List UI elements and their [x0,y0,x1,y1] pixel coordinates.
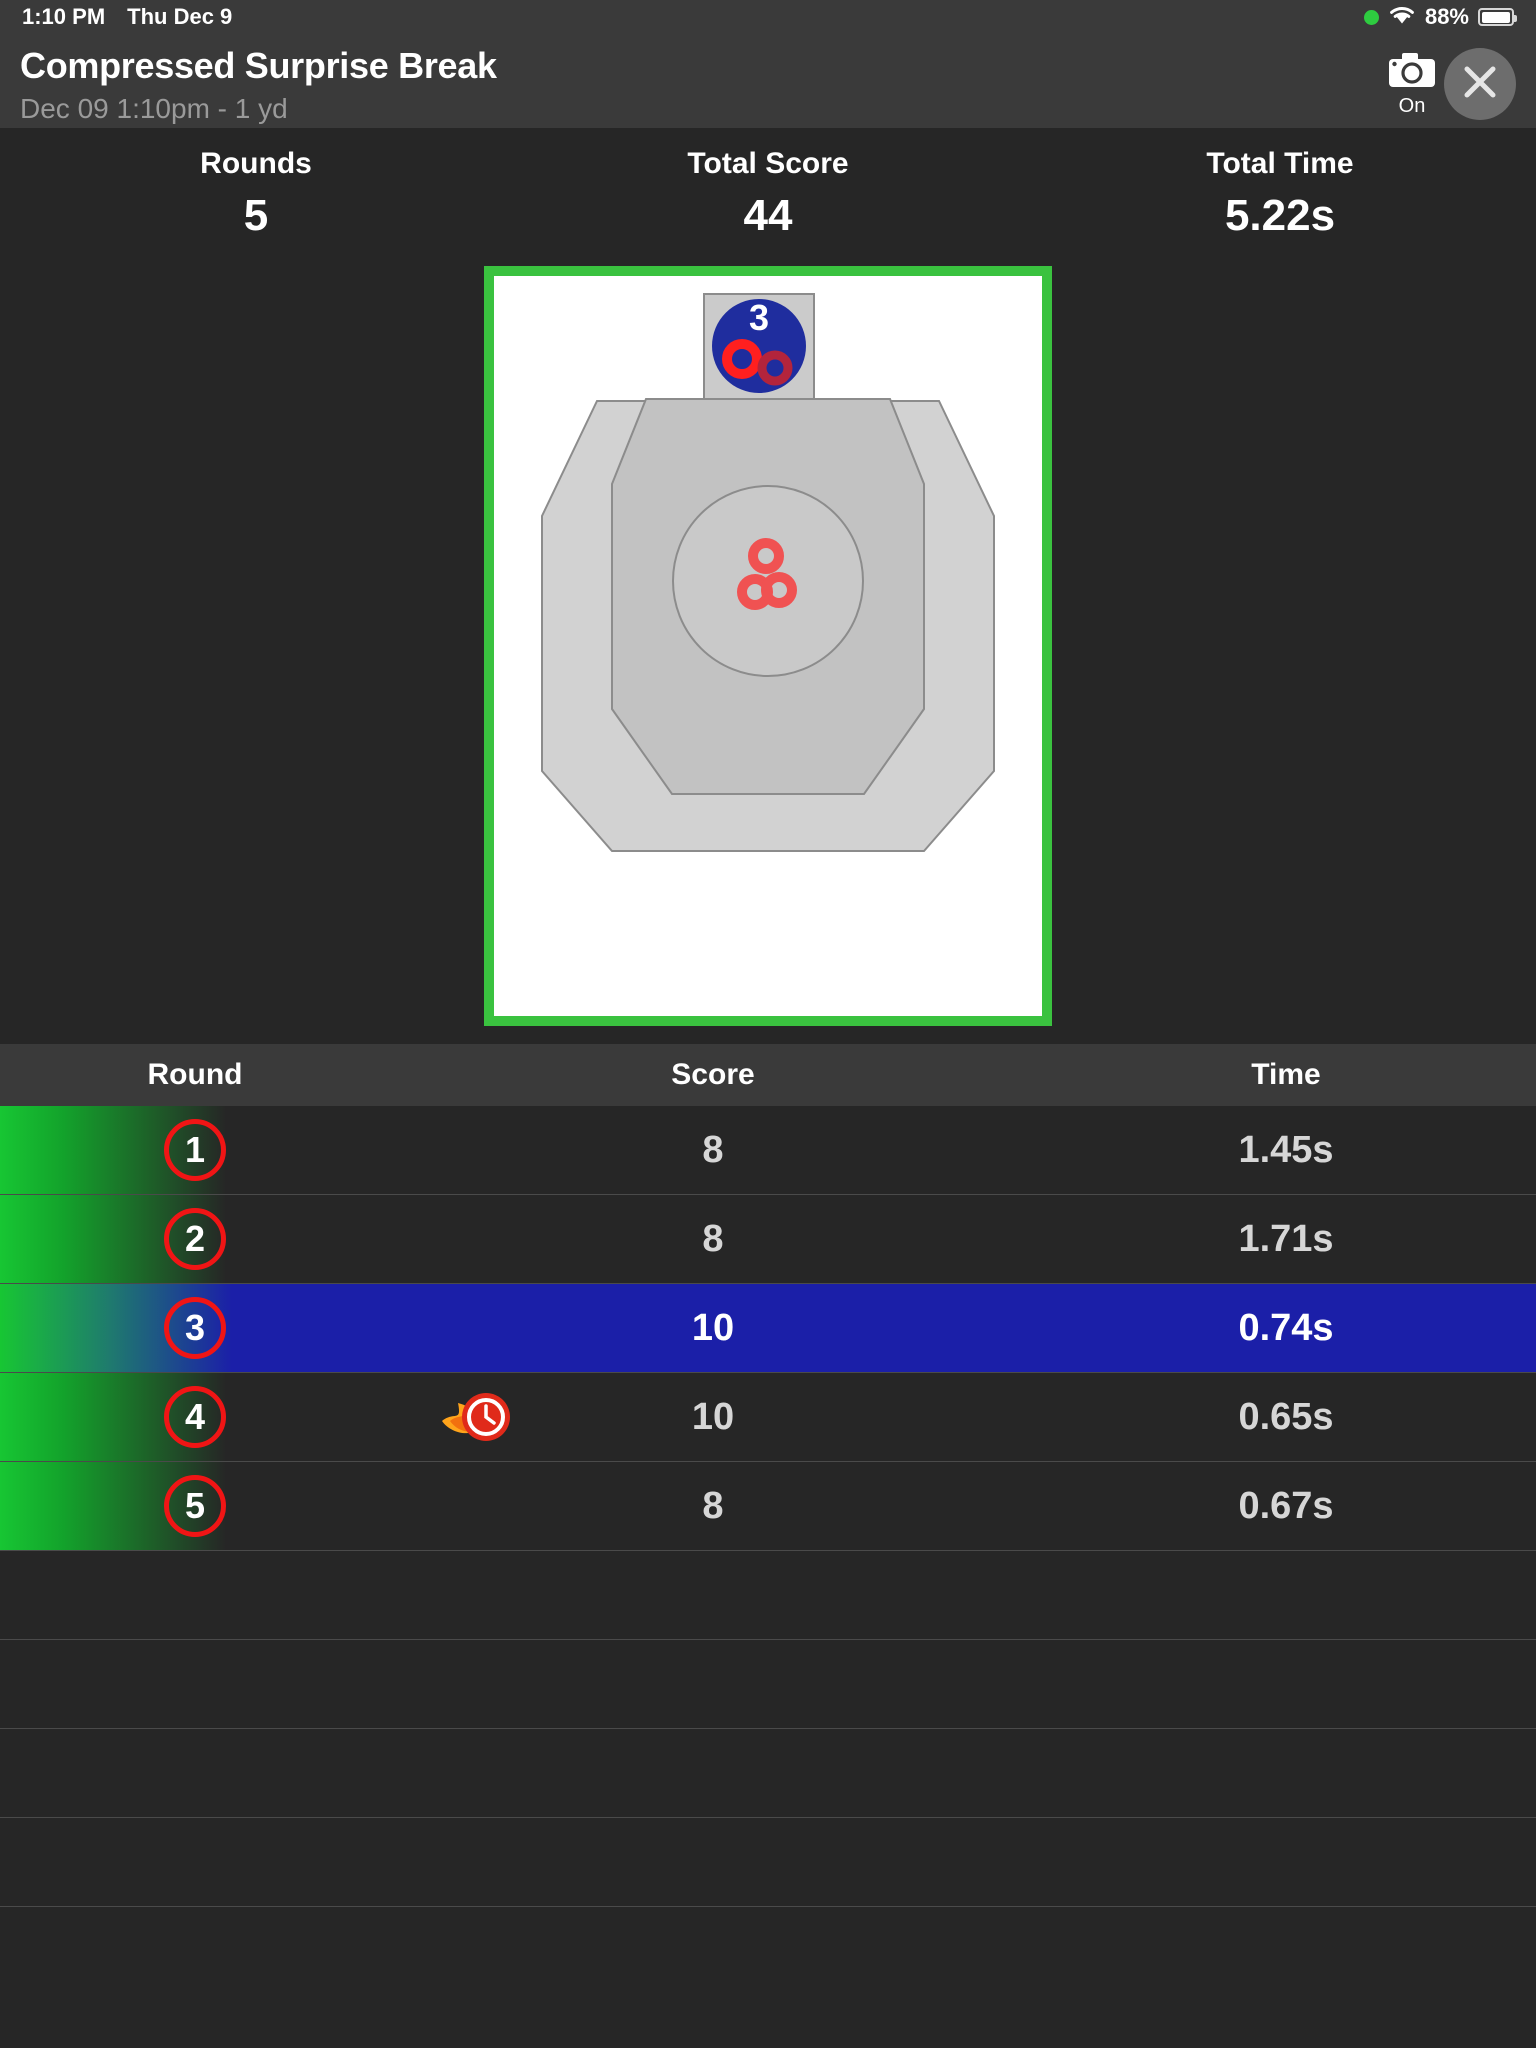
table-empty-row [0,1729,1536,1818]
summary-stats: Rounds 5 Total Score 44 Total Time 5.22s [0,128,1536,266]
rounds-table-header: Round Score Time [0,1044,1536,1106]
status-bar-time: 1:10 PM [22,4,106,29]
fastest-time-icon [440,1389,512,1445]
battery-percent-label: 88% [1424,4,1469,29]
column-header-round: Round [147,1058,243,1091]
column-header-time: Time [1251,1058,1321,1091]
round-badge: 4 [164,1386,226,1448]
status-bar: 1:10 PM Thu Dec 9 88% [0,0,1536,34]
round-number-cell: 1 [0,1119,390,1181]
round-badge: 5 [164,1475,226,1537]
wifi-icon [1388,4,1416,31]
round-time-cell: 0.65s [1238,1395,1334,1438]
round-score-value: 10 [691,1395,735,1438]
stat-rounds: Rounds 5 [0,144,512,244]
round-badge: 3 [164,1297,226,1359]
status-bar-indicators: 88% [1363,4,1517,31]
table-row[interactable]: 5 8 0.67s [0,1462,1536,1551]
round-number-cell: 5 [0,1475,390,1537]
table-empty-row [0,1640,1536,1729]
page-title: Compressed Surprise Break [20,45,497,86]
table-row-selected[interactable]: 3 10 0.74s [0,1284,1536,1373]
title-text-group: Compressed Surprise Break Dec 09 1:10pm … [20,40,497,128]
round-score-cell: 10 [390,1307,1036,1350]
camera-toggle-button[interactable]: On [1388,51,1436,117]
round-score-value: 8 [702,1128,724,1171]
round-number-cell: 2 [0,1208,390,1270]
stat-total-time: Total Time 5.22s [1024,144,1536,244]
round-badge: 2 [164,1208,226,1270]
round-score-cell: 10 [390,1393,1036,1441]
battery-icon [1478,8,1517,26]
round-time-cell: 1.45s [1238,1128,1334,1171]
stat-rounds-value: 5 [243,191,269,240]
close-icon [1460,62,1500,107]
rounds-table: Round Score Time 1 8 1.45s 2 8 1.71s 3 1… [0,1044,1536,1907]
camera-icon [1388,51,1436,94]
table-row[interactable]: 2 8 1.71s [0,1195,1536,1284]
round-badge: 1 [164,1119,226,1181]
table-empty-row [0,1818,1536,1907]
green-dot-icon [1363,9,1379,25]
target-svg: 3 [541,293,995,852]
round-score-value: 8 [702,1217,724,1260]
page-subtitle: Dec 09 1:10pm - 1 yd [20,93,288,124]
head-zone-label: 3 [749,297,769,338]
title-bar-actions: On [1388,40,1516,120]
stat-total-time-value: 5.22s [1224,191,1336,240]
round-time-cell: 0.67s [1238,1484,1334,1527]
round-number-cell: 4 [0,1386,390,1448]
close-button[interactable] [1444,48,1516,120]
stat-rounds-label: Rounds [200,147,312,180]
round-score-cell: 8 [390,1485,1036,1528]
status-bar-date: Thu Dec 9 [127,4,233,29]
stat-total-score: Total Score 44 [512,144,1024,244]
table-row[interactable]: 1 8 1.45s [0,1106,1536,1195]
target-image[interactable]: 3 [484,266,1052,1026]
title-bar: Compressed Surprise Break Dec 09 1:10pm … [0,34,1536,128]
stat-total-time-label: Total Time [1206,147,1354,180]
round-score-value: 10 [691,1306,735,1349]
stat-total-score-label: Total Score [687,147,849,180]
camera-state-label: On [1398,95,1426,117]
round-number-cell: 3 [0,1297,390,1359]
table-row[interactable]: 4 10 0.65s [0,1373,1536,1462]
stat-total-score-value: 44 [743,191,793,240]
round-score-cell: 8 [390,1218,1036,1261]
target-preview-area: 3 [0,266,1536,1044]
round-score-cell: 8 [390,1129,1036,1172]
column-header-score: Score [671,1058,755,1091]
round-time-cell: 0.74s [1238,1306,1334,1349]
table-empty-row [0,1551,1536,1640]
round-score-value: 8 [702,1484,724,1527]
round-time-cell: 1.71s [1238,1217,1334,1260]
